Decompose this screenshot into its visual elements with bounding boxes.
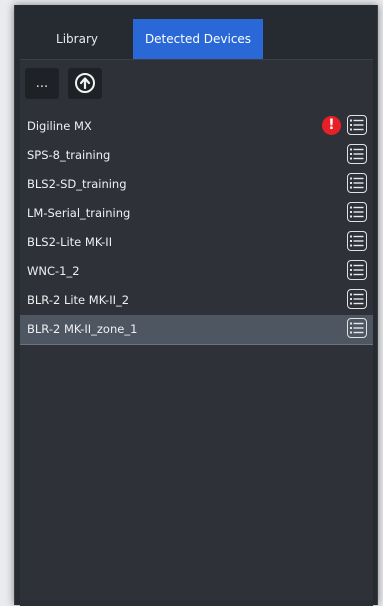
list-menu-icon [350,235,364,247]
device-name: BLS2-Lite MK-II [27,235,113,249]
device-panel: Library Detected Devices ... Digiline MX… [14,5,378,606]
device-row[interactable]: BLS2-Lite MK-II [20,228,373,257]
device-row-selected[interactable]: BLR-2 MK-II_zone_1 [20,315,373,345]
device-menu-button[interactable] [347,144,367,164]
list-menu-icon [350,119,364,131]
device-name: BLR-2 Lite MK-II_2 [27,293,130,307]
detected-devices-pane: ... Digiline MX ! SPS-8_training BLS2-SD… [20,59,373,606]
device-row[interactable]: Digiline MX ! [20,112,373,141]
upload-button[interactable] [68,68,102,99]
device-menu-button[interactable] [347,231,367,251]
device-row[interactable]: BLS2-SD_training [20,170,373,199]
device-row[interactable]: SPS-8_training [20,141,373,170]
device-name: BLR-2 MK-II_zone_1 [27,322,138,336]
device-name: Digiline MX [27,119,92,133]
alert-icon[interactable]: ! [322,116,341,135]
device-row[interactable]: WNC-1_2 [20,257,373,286]
tab-detected-devices[interactable]: Detected Devices [133,19,263,59]
list-menu-icon [350,293,364,305]
device-menu-button[interactable] [347,260,367,280]
list-menu-icon [350,206,364,218]
device-menu-button[interactable] [347,173,367,193]
upload-circle-icon [75,73,95,93]
more-options-button[interactable]: ... [25,68,59,99]
device-row[interactable]: BLR-2 Lite MK-II_2 [20,286,373,315]
toolbar: ... [20,60,373,104]
list-menu-icon [350,322,364,334]
device-menu-button[interactable] [347,202,367,222]
device-name: BLS2-SD_training [27,177,127,191]
tab-bar: Library Detected Devices [15,19,377,59]
device-menu-button[interactable] [347,289,367,309]
list-menu-icon [350,177,364,189]
device-list: Digiline MX ! SPS-8_training BLS2-SD_tra… [20,112,373,345]
device-menu-button[interactable] [347,318,367,338]
device-name: LM-Serial_training [27,206,131,220]
device-menu-button[interactable] [347,115,367,135]
list-bottom-edge [20,600,373,606]
device-name: SPS-8_training [27,148,111,162]
device-row[interactable]: LM-Serial_training [20,199,373,228]
device-name: WNC-1_2 [27,264,80,278]
tab-library[interactable]: Library [23,19,131,59]
list-menu-icon [350,148,364,160]
list-menu-icon [350,264,364,276]
